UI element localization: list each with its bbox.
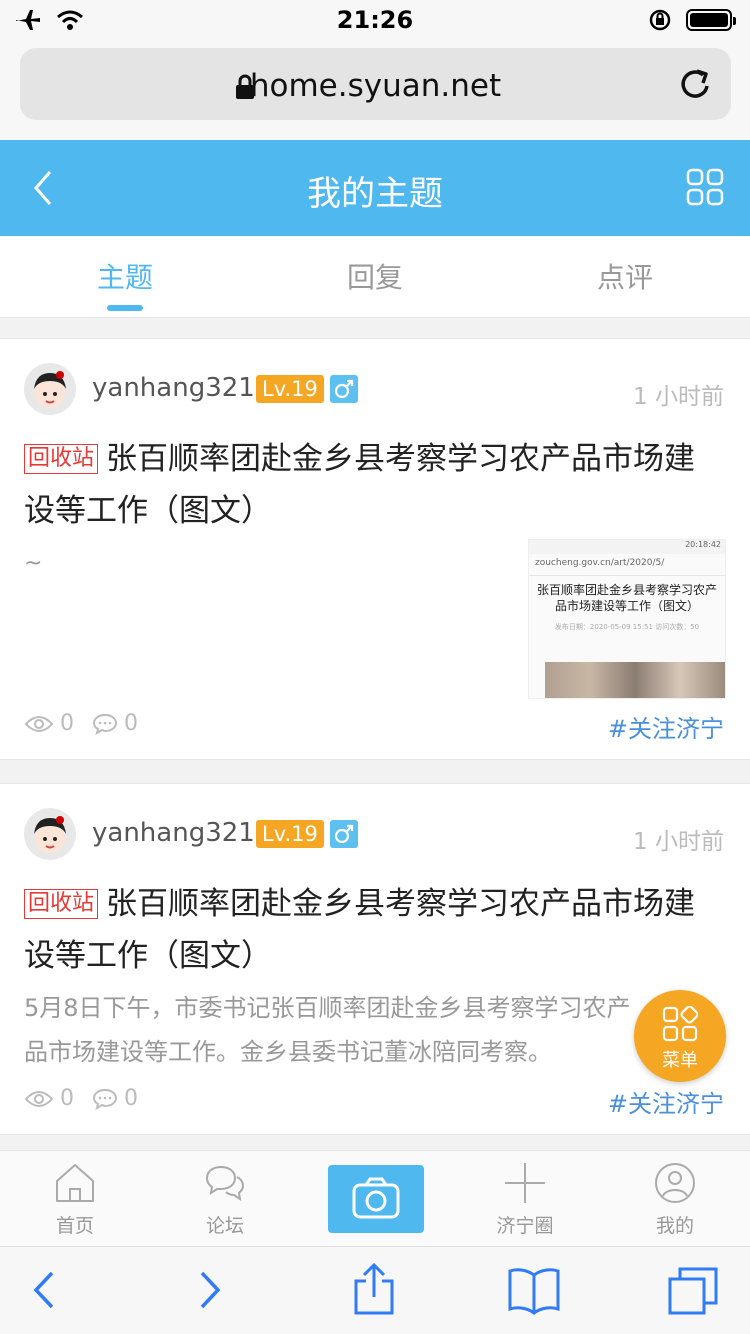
app-header: 我的主题 — [0, 140, 750, 236]
post-excerpt: ~ — [24, 551, 43, 576]
post-title[interactable]: 回收站 张百顺率团赴金乡县考察学习农产品市场建设等工作（图文） — [24, 433, 714, 537]
camera-button[interactable] — [328, 1165, 424, 1233]
view-count: 0 — [60, 1086, 74, 1111]
nav-home[interactable]: 首页 — [0, 1151, 150, 1246]
recycle-bin-tag: 回收站 — [24, 444, 99, 474]
browser-address-area: home.syuan.net — [0, 40, 750, 140]
nav-home-label: 首页 — [55, 1215, 94, 1237]
post-card[interactable]: yanhang321 Lv.19 1 小时前 回收站 张百顺率团赴金乡县考察学习农… — [0, 338, 750, 760]
post-thumbnail[interactable]: 20:18:42 zoucheng.gov.cn/art/2020/5/ 张百顺… — [528, 539, 726, 699]
page-title: 我的主题 — [307, 174, 443, 214]
bookmarks-icon[interactable] — [506, 1265, 562, 1315]
username[interactable]: yanhang321 — [92, 818, 255, 848]
username[interactable]: yanhang321 — [92, 373, 255, 403]
tab-bar: 主题 回复 点评 — [0, 236, 750, 318]
tab-topics[interactable]: 主题 — [0, 236, 250, 317]
app-bottom-nav: 首页 论坛 济宁圈 我的 — [0, 1150, 750, 1246]
grid-menu-icon[interactable] — [686, 168, 724, 206]
avatar[interactable] — [24, 808, 76, 860]
topic-link[interactable]: #关注济宁 — [608, 709, 724, 744]
comment-count: 0 — [124, 1086, 138, 1111]
post-stats: 0 0 — [24, 711, 138, 736]
comment-icon — [92, 713, 118, 735]
post-time: 1 小时前 — [633, 384, 724, 410]
floating-menu-label: 菜单 — [662, 1050, 698, 1071]
nav-forum-label: 论坛 — [205, 1215, 244, 1237]
recycle-bin-tag: 回收站 — [24, 889, 99, 919]
post-title-text: 张百顺率团赴金乡县考察学习农产品市场建设等工作（图文） — [24, 886, 696, 974]
reload-icon[interactable] — [679, 66, 713, 102]
post-stats: 0 0 — [24, 1086, 138, 1111]
plus-icon — [505, 1163, 545, 1203]
topic-link[interactable]: #关注济宁 — [608, 1084, 724, 1119]
avatar[interactable] — [24, 363, 76, 415]
safari-toolbar — [0, 1246, 750, 1334]
view-count: 0 — [60, 711, 74, 736]
address-bar[interactable]: home.syuan.net — [20, 48, 731, 120]
forward-icon[interactable] — [196, 1265, 224, 1315]
post-excerpt: 5月8日下午，市委书记张百顺率团赴金乡县考察学习农产品市场建设等工作。金乡县委书… — [24, 994, 631, 1066]
clock: 21:26 — [336, 6, 414, 34]
thumbnail-meta: 发布日期：2020-05-09 15:51 访问次数：50 — [554, 623, 700, 631]
post-time: 1 小时前 — [633, 829, 724, 855]
thumbnail-title: 张百顺率团赴金乡县考察学习农产品市场建设等工作（图文） — [536, 583, 717, 613]
nav-camera[interactable] — [300, 1151, 450, 1246]
battery-icon — [686, 9, 736, 31]
url-text: home.syuan.net — [249, 68, 502, 104]
level-badge: Lv.19 — [256, 820, 324, 848]
home-icon — [56, 1164, 94, 1202]
post-title[interactable]: 回收站 张百顺率团赴金乡县考察学习农产品市场建设等工作（图文） — [24, 878, 714, 982]
rotation-lock-icon — [649, 9, 671, 31]
comment-icon — [92, 1088, 118, 1110]
camera-icon — [352, 1177, 400, 1219]
back-icon[interactable] — [30, 1265, 58, 1315]
eye-icon — [24, 715, 54, 732]
tabs-icon[interactable] — [666, 1265, 720, 1317]
comment-count: 0 — [124, 711, 138, 736]
post-title-text: 张百顺率团赴金乡县考察学习农产品市场建设等工作（图文） — [24, 441, 696, 529]
nav-jining-circle-label: 济宁圈 — [496, 1215, 554, 1237]
share-icon[interactable] — [352, 1261, 396, 1317]
thumbnail-photo — [545, 662, 725, 698]
nav-mine-label: 我的 — [655, 1215, 694, 1237]
nav-jining-circle[interactable]: 济宁圈 — [450, 1151, 600, 1246]
male-icon — [330, 375, 358, 403]
user-icon — [655, 1163, 695, 1203]
chat-icon — [205, 1165, 245, 1202]
thumbnail-url: zoucheng.gov.cn/art/2020/5/ — [529, 554, 725, 576]
floating-menu-button[interactable]: 菜单 — [634, 990, 726, 1082]
nav-mine[interactable]: 我的 — [600, 1151, 750, 1246]
tab-replies[interactable]: 回复 — [250, 236, 500, 317]
post-card[interactable]: yanhang321 Lv.19 1 小时前 回收站 张百顺率团赴金乡县考察学习农… — [0, 783, 750, 1135]
status-bar: 21:26 — [0, 0, 750, 40]
thumbnail-status-time: 20:18:42 — [529, 540, 725, 554]
level-badge: Lv.19 — [256, 375, 324, 403]
male-icon — [330, 820, 358, 848]
menu-grid-icon — [662, 1006, 698, 1042]
nav-forum[interactable]: 论坛 — [150, 1151, 300, 1246]
eye-icon — [24, 1090, 54, 1107]
tab-reviews[interactable]: 点评 — [500, 236, 750, 317]
